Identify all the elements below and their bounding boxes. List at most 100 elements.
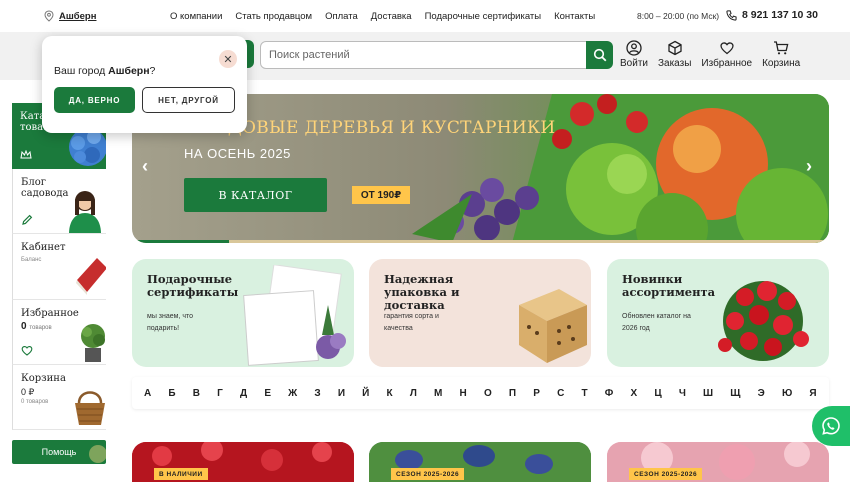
sidebar-cart-items: 0 товаров xyxy=(21,399,49,405)
help-leaf-decoration xyxy=(89,445,106,463)
alphabet-letter[interactable]: Ж xyxy=(288,388,297,399)
alphabet-letter[interactable]: М xyxy=(434,388,442,399)
alphabet-letter[interactable]: Я xyxy=(809,388,816,399)
alphabet-letter[interactable]: Л xyxy=(410,388,417,399)
sidebar-cart-label: Корзина xyxy=(21,373,66,384)
alphabet-letter[interactable]: С xyxy=(557,388,564,399)
popup-question: Ваш город Ашберн? xyxy=(54,65,155,77)
card-tag: СЕЗОН 2025-2026 xyxy=(629,468,703,480)
plant-pot-image xyxy=(81,324,105,362)
alphabet-letter[interactable]: Д xyxy=(240,388,247,399)
sidebar-cabinet[interactable]: Кабинет Баланс xyxy=(12,234,106,300)
alphabet-letter[interactable]: Ф xyxy=(605,388,614,399)
banner-progress xyxy=(132,240,829,243)
alphabet-letter[interactable]: Б xyxy=(168,388,175,399)
box-icon xyxy=(668,40,682,56)
woman-image xyxy=(69,191,101,233)
alphabet-letter[interactable]: П xyxy=(509,388,516,399)
cart-button[interactable]: Корзина xyxy=(762,40,800,69)
heart-icon xyxy=(720,42,734,55)
alphabet-letter[interactable]: Т xyxy=(582,388,588,399)
red-roses-image xyxy=(718,281,809,361)
alphabet-letter[interactable]: Ч xyxy=(679,388,686,399)
sidebar-favorites-count: 0 товаров xyxy=(21,321,52,332)
popup-question-prefix: Ваш город xyxy=(54,65,106,77)
nav-contacts[interactable]: Контакты xyxy=(554,11,595,22)
alphabet-letter[interactable]: О xyxy=(484,388,492,399)
basket-image xyxy=(75,391,105,425)
product-card-peonies[interactable]: СЕЗОН 2025-2026 xyxy=(607,442,829,482)
whatsapp-button[interactable] xyxy=(812,406,850,446)
promo-gift-certificates[interactable]: Подарочные сертификаты мы знаем, что под… xyxy=(132,259,354,367)
banner-progress-fill xyxy=(132,240,229,243)
product-card-tulips[interactable]: В НАЛИЧИИ xyxy=(132,442,354,482)
heart-outline-icon xyxy=(21,346,33,356)
sidebar-cabinet-balance: Баланс xyxy=(21,257,42,263)
promo-text: Обновлен каталог на 2026 год xyxy=(622,313,691,332)
nav-about[interactable]: О компании xyxy=(170,11,222,22)
search-input[interactable]: Поиск растений xyxy=(260,41,587,69)
notebook-image xyxy=(76,258,106,295)
favorites-count-unit: товаров xyxy=(29,325,52,331)
popup-city: Ашберн xyxy=(108,65,150,77)
promo-text: гарантия сорта и качества xyxy=(384,313,439,332)
pencil-icon xyxy=(22,214,33,225)
orders-button[interactable]: Заказы xyxy=(658,40,691,69)
location-pin-icon xyxy=(44,10,54,22)
phone-number[interactable]: 8 921 137 10 30 xyxy=(742,9,818,21)
sidebar-favorites[interactable]: Избранное 0 товаров xyxy=(12,300,106,365)
alphabet-letter[interactable]: Ю xyxy=(782,388,792,399)
alphabet-letter[interactable]: И xyxy=(338,388,345,399)
alphabet-letter[interactable]: Э xyxy=(758,388,765,399)
alphabet-letter[interactable]: З xyxy=(314,388,320,399)
nav-gift-certificates[interactable]: Подарочные сертификаты xyxy=(425,11,542,22)
favorites-count-value: 0 xyxy=(21,321,27,332)
alphabet-letter[interactable]: Г xyxy=(217,388,223,399)
alphabet-letter[interactable]: Р xyxy=(533,388,540,399)
promo-packaging-delivery[interactable]: Надежная упаковка и доставка гарантия со… xyxy=(369,259,591,367)
sidebar-cart[interactable]: Корзина 0 ₽ 0 товаров xyxy=(12,365,106,430)
login-button[interactable]: Войти xyxy=(620,40,648,69)
working-hours: 8:00 – 20:00 (по Мск) xyxy=(637,11,720,21)
promo-text: мы знаем, что подарить! xyxy=(147,313,194,332)
city-name[interactable]: Ашберн xyxy=(59,11,96,22)
top-nav: О компании Стать продавцом Оплата Достав… xyxy=(170,11,595,22)
alphabet-letter[interactable]: А xyxy=(144,388,151,399)
sidebar-blog[interactable]: Блог садовода xyxy=(12,169,106,234)
city-selector[interactable]: Ашберн xyxy=(44,10,96,22)
popup-no-button[interactable]: НЕТ, ДРУГОЙ xyxy=(142,87,235,113)
sidebar-cabinet-label: Кабинет xyxy=(21,242,66,253)
banner-price-badge: ОТ 190₽ xyxy=(352,186,410,204)
alphabet-letter[interactable]: Е xyxy=(264,388,271,399)
favorites-label: Избранное xyxy=(701,58,753,69)
cart-label: Корзина xyxy=(762,58,801,69)
phone-link[interactable]: 8 921 137 10 30 xyxy=(726,9,818,21)
header-icons: Войти Заказы Избранное Корзина xyxy=(620,40,800,69)
promo-title: Надежная упаковка и доставка xyxy=(384,272,460,312)
nav-become-seller[interactable]: Стать продавцом xyxy=(235,11,312,22)
product-card-honeysuckle[interactable]: СЕЗОН 2025-2026 xyxy=(369,442,591,482)
search-button[interactable] xyxy=(586,41,613,69)
alphabet-letter[interactable]: Ц xyxy=(654,388,661,399)
banner-catalog-button[interactable]: В КАТАЛОГ xyxy=(184,178,327,212)
popup-close-button[interactable]: ✕ xyxy=(219,50,237,68)
alphabet-letter[interactable]: Щ xyxy=(730,388,740,399)
alphabet-letter[interactable]: Х xyxy=(631,388,638,399)
phone-icon xyxy=(726,9,737,21)
box-package-image xyxy=(519,289,587,363)
promo-new-arrivals[interactable]: Новинки ассортимента Обновлен каталог на… xyxy=(607,259,829,367)
alphabet-letter[interactable]: Н xyxy=(460,388,467,399)
favorites-button[interactable]: Избранное xyxy=(701,40,752,69)
certificate-image xyxy=(243,265,346,366)
alphabet-letter[interactable]: К xyxy=(387,388,393,399)
banner-prev-arrow[interactable]: ‹ xyxy=(142,156,148,177)
banner-next-arrow[interactable]: › xyxy=(806,156,812,177)
popup-yes-button[interactable]: ДА, ВЕРНО xyxy=(54,87,135,113)
alphabet-letter[interactable]: Ш xyxy=(703,388,713,399)
alphabet-letter[interactable]: Й xyxy=(362,388,369,399)
alphabet-letter[interactable]: В xyxy=(193,388,200,399)
whatsapp-icon xyxy=(822,417,840,435)
nav-delivery[interactable]: Доставка xyxy=(371,11,412,22)
nav-payment[interactable]: Оплата xyxy=(325,11,358,22)
banner-fruit-image xyxy=(412,94,829,243)
